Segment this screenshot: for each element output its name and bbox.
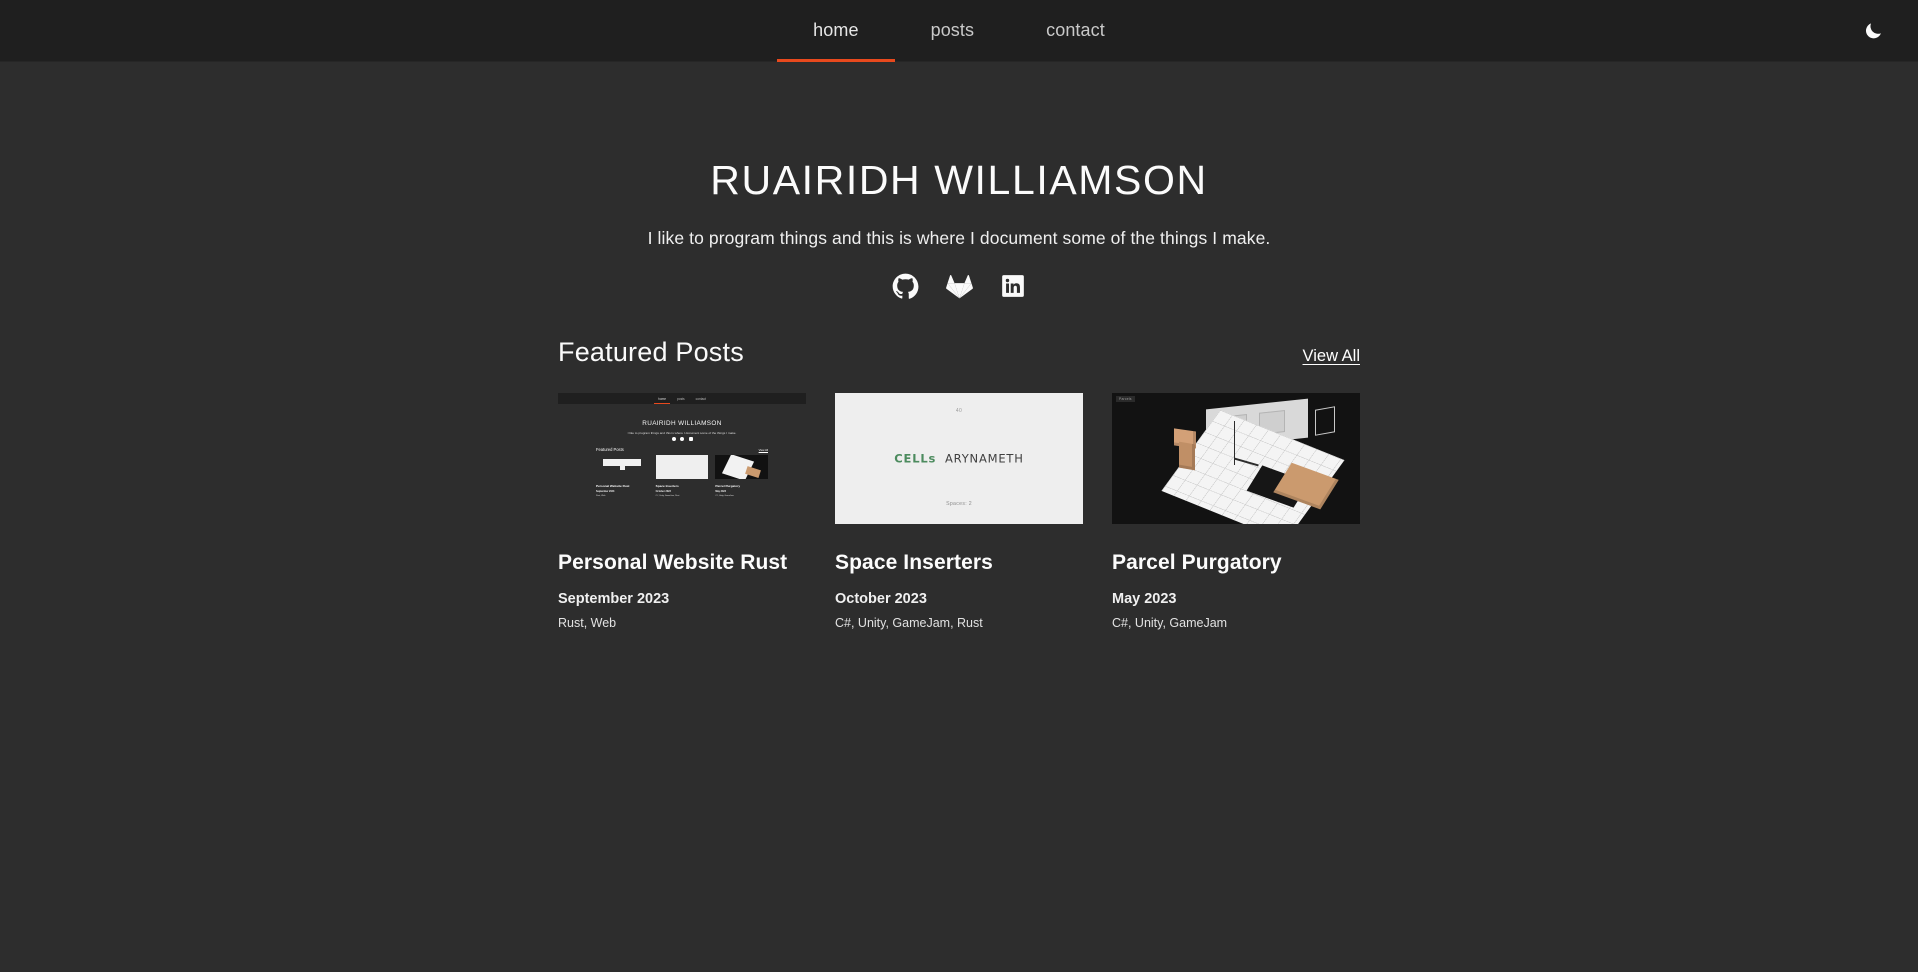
preview-nav-contact: contact	[695, 396, 706, 401]
preview-box-2	[1178, 441, 1196, 471]
preview-card-2-title: Space Inserters	[655, 484, 679, 489]
preview-card-3-title: Parcel Purgatory	[715, 484, 741, 489]
preview-game-title-dark: ARYNAMETH	[945, 451, 1024, 466]
preview-nav-posts: posts	[677, 396, 685, 401]
preview-hud-label: Parcels	[1116, 396, 1135, 403]
featured-heading: Featured Posts	[558, 337, 744, 368]
post-card-space-inserters[interactable]: 40 CELLs ARYNAMETH Spaces: 2 Space Inser…	[835, 393, 1083, 630]
featured-posts-grid: home posts contact RUAIRIDH WILLIAMSON I…	[558, 393, 1360, 630]
preview-card-1-thumb	[596, 455, 649, 480]
post-date: October 2023	[835, 591, 927, 608]
page-body: RUAIRIDH WILLIAMSON I like to program th…	[0, 62, 1918, 630]
post-title[interactable]: Parcel Purgatory	[1112, 551, 1360, 575]
preview-game-title: CELLs ARYNAMETH	[835, 451, 1083, 465]
featured-posts-section: Featured Posts View All home posts conta…	[558, 337, 1360, 630]
post-title[interactable]: Personal Website Rust	[558, 551, 806, 575]
preview-card-2: Space Inserters October 2023 C#, Unity, …	[655, 455, 709, 497]
preview-door-frame	[1315, 405, 1336, 436]
post-date: May 2023	[1112, 591, 1177, 608]
preview-card-1-date: September 2023	[596, 490, 615, 494]
post-thumbnail-space-inserters[interactable]: 40 CELLs ARYNAMETH Spaces: 2	[835, 393, 1083, 525]
space-inserters-preview: 40 CELLs ARYNAMETH Spaces: 2	[835, 393, 1083, 525]
hero-section: RUAIRIDH WILLIAMSON I like to program th…	[0, 62, 1918, 301]
preview-card-1: Personal Website Rust September 2023 Rus…	[596, 455, 649, 497]
preview-card-2-thumb	[655, 455, 709, 480]
website-screenshot-preview: home posts contact RUAIRIDH WILLIAMSON I…	[558, 393, 806, 525]
gitlab-icon	[945, 273, 973, 300]
preview-featured-heading: Featured Posts	[596, 447, 624, 453]
hero-tagline: I like to program things and this is whe…	[647, 228, 1271, 249]
preview-card-2-date: October 2023	[655, 490, 671, 494]
preview-tagline: I like to program things and this is whe…	[627, 431, 737, 436]
preview-nav-home: home	[654, 396, 671, 405]
preview-linkedin-icon	[688, 437, 693, 442]
preview-score-label: 40	[955, 408, 963, 415]
preview-view-all: View All	[758, 449, 768, 453]
nav-link-home[interactable]: home	[777, 0, 896, 62]
linkedin-link[interactable]	[998, 271, 1028, 301]
preview-social-icons	[558, 437, 806, 442]
post-date: September 2023	[558, 591, 670, 608]
github-link[interactable]	[890, 271, 920, 301]
preview-navbar: home posts contact	[558, 393, 806, 405]
primary-navigation: home posts contact	[777, 0, 1141, 62]
moon-icon	[1863, 20, 1884, 41]
preview-gitlab-icon	[680, 437, 684, 442]
post-tags: Rust, Web	[558, 616, 617, 631]
preview-spaces-label: Spaces: 2	[946, 501, 972, 508]
post-card-personal-website-rust[interactable]: home posts contact RUAIRIDH WILLIAMSON I…	[558, 393, 806, 630]
social-links	[0, 271, 1918, 301]
preview-featured-header: Featured Posts View All	[596, 447, 768, 452]
view-all-link[interactable]: View All	[1303, 347, 1360, 368]
gitlab-link[interactable]	[944, 271, 974, 301]
page-title: RUAIRIDH WILLIAMSON	[710, 157, 1208, 203]
navbar: home posts contact	[0, 0, 1918, 62]
featured-header: Featured Posts View All	[558, 337, 1360, 368]
preview-card-3-thumb	[715, 455, 768, 480]
linkedin-icon	[1000, 273, 1026, 299]
preview-game-title-green: CELLs	[894, 451, 937, 466]
parcel-purgatory-preview: Parcels	[1112, 393, 1360, 525]
github-icon	[892, 273, 919, 300]
preview-github-icon	[671, 437, 676, 442]
nav-link-contact[interactable]: contact	[1010, 0, 1141, 62]
post-thumbnail-personal-website-rust[interactable]: home posts contact RUAIRIDH WILLIAMSON I…	[558, 393, 806, 525]
preview-card-3: Parcel Purgatory May 2023 C#, Unity, Gam…	[715, 455, 768, 497]
nav-link-posts[interactable]: posts	[895, 0, 1011, 62]
preview-card-3-tags: C#, Unity, GameJam	[715, 494, 734, 497]
post-tags: C#, Unity, GameJam, Rust	[835, 616, 983, 631]
preview-title: RUAIRIDH WILLIAMSON	[642, 420, 722, 428]
post-card-parcel-purgatory[interactable]: Parcels Parcel Purgatory May 2023 C#, Un…	[1112, 393, 1360, 630]
preview-card-3-date: May 2023	[715, 490, 726, 494]
preview-card-2-tags: C#, Unity, GameJam, Rust	[655, 494, 680, 497]
preview-cards-grid: Personal Website Rust September 2023 Rus…	[596, 455, 768, 497]
preview-card-1-title: Personal Website Rust	[596, 484, 630, 489]
post-tags: C#, Unity, GameJam	[1112, 616, 1228, 631]
preview-card-1-tags: Rust, Web	[596, 494, 606, 497]
post-thumbnail-parcel-purgatory[interactable]: Parcels	[1112, 393, 1360, 525]
post-title[interactable]: Space Inserters	[835, 551, 1083, 575]
theme-toggle-button[interactable]	[1856, 14, 1890, 48]
